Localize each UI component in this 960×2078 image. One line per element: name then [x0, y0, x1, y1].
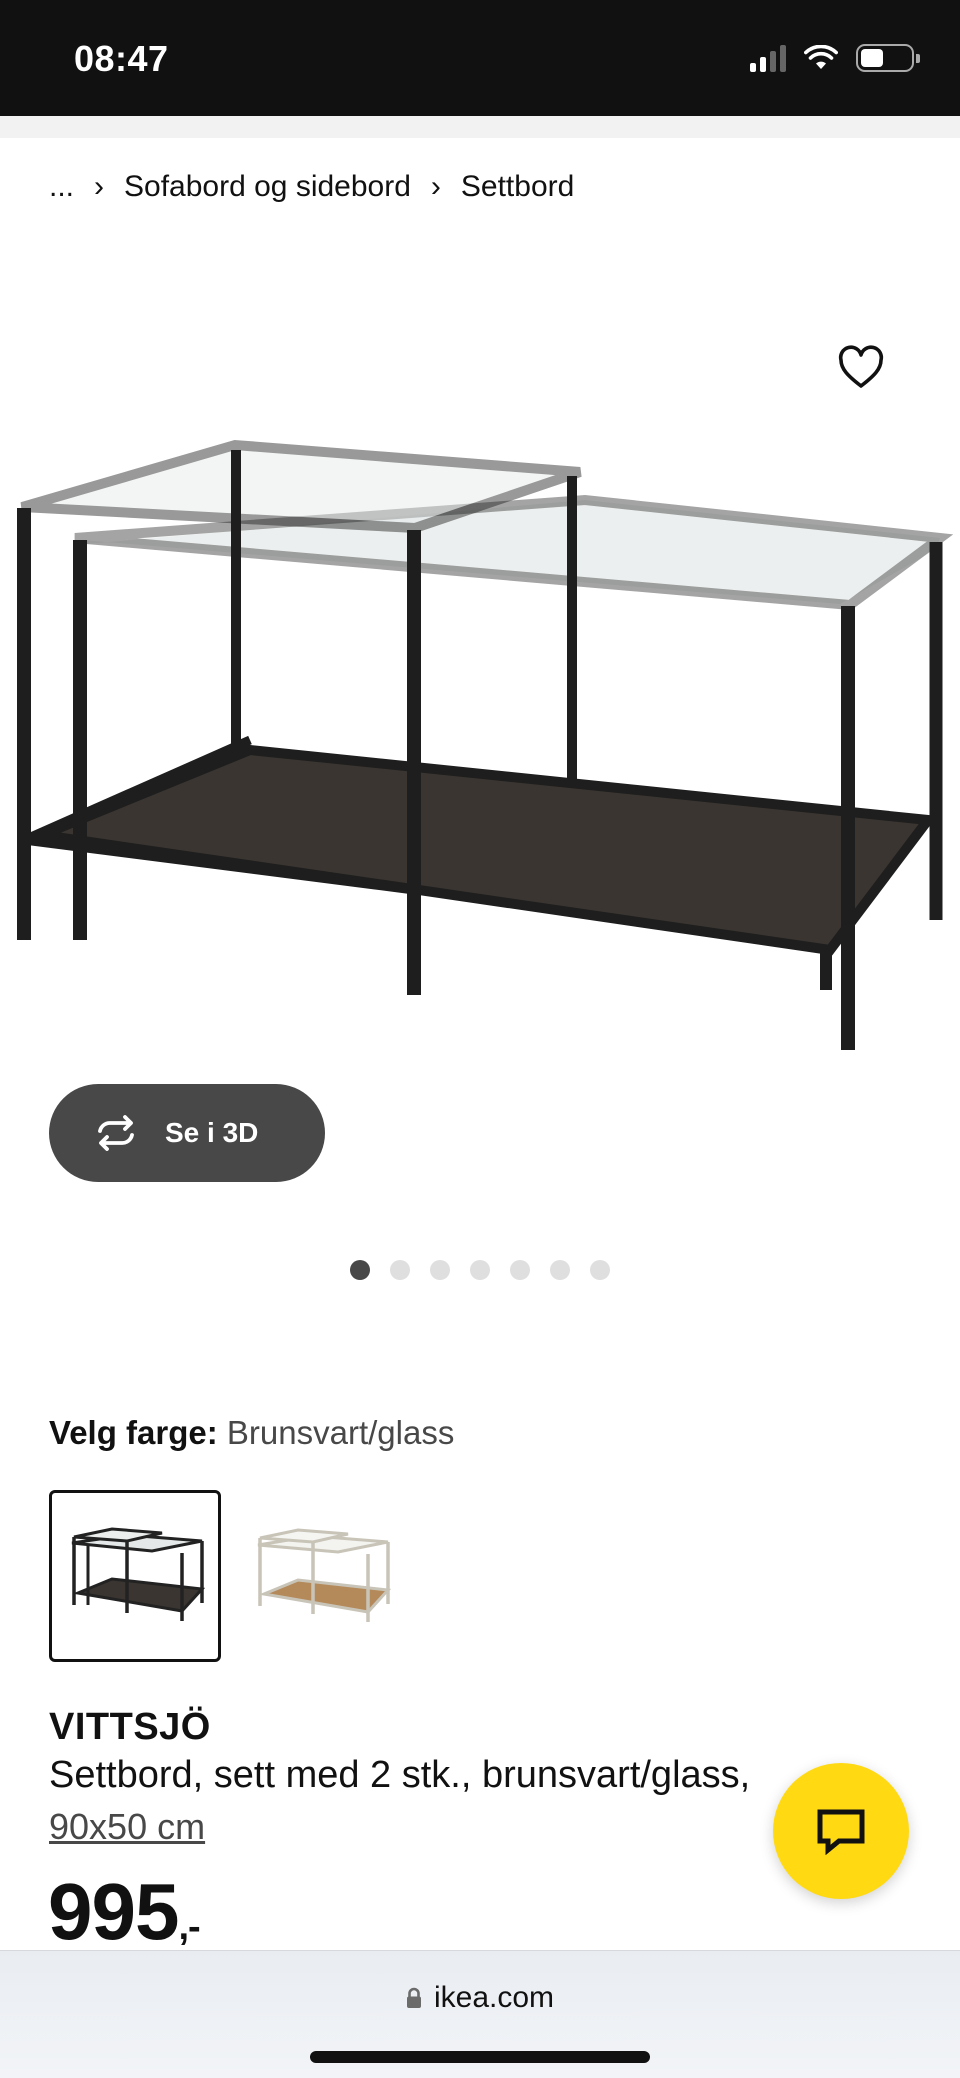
breadcrumb: ... › Sofabord og sidebord › Settbord: [49, 170, 574, 204]
product-size-link[interactable]: 90x50 cm: [49, 1806, 205, 1848]
color-swatch-white-stained-oak[interactable]: [238, 1490, 410, 1662]
pagination-dot[interactable]: [470, 1260, 490, 1280]
pagination-dot[interactable]: [430, 1260, 450, 1280]
chat-icon: [817, 1809, 865, 1855]
heart-icon[interactable]: [836, 344, 886, 394]
product-name: VITTSJÖ: [49, 1706, 211, 1748]
view-in-3d-button[interactable]: Se i 3D: [49, 1084, 325, 1182]
url-display[interactable]: ikea.com: [0, 1981, 960, 2015]
chevron-right-icon: ›: [94, 170, 105, 203]
breadcrumb-item-sofabord[interactable]: Sofabord og sidebord: [124, 170, 411, 204]
status-icons: [750, 44, 920, 72]
url-text: ikea.com: [433, 1981, 555, 2014]
status-time: 08:47: [74, 38, 169, 79]
breadcrumb-ellipsis[interactable]: ...: [49, 170, 74, 204]
lock-icon: [406, 1987, 421, 2008]
battery-icon: [856, 44, 920, 72]
color-select-title: Velg farge:: [49, 1414, 218, 1451]
wifi-icon: [804, 45, 838, 69]
pagination-dot[interactable]: [390, 1260, 410, 1280]
chat-button[interactable]: [773, 1763, 909, 1899]
pagination-dot[interactable]: [590, 1260, 610, 1280]
pagination-dot[interactable]: [510, 1260, 530, 1280]
view-in-3d-label: Se i 3D: [165, 1117, 259, 1148]
swatch-image-white-stained-oak: [257, 1528, 392, 1622]
swatch-image-brown-black: [71, 1527, 206, 1621]
pagination-dot[interactable]: [550, 1260, 570, 1280]
home-indicator: [310, 2051, 650, 2063]
breadcrumb-item-settbord[interactable]: Settbord: [461, 170, 574, 204]
chevron-right-icon: ›: [430, 170, 441, 203]
color-swatch-brown-black[interactable]: [49, 1490, 221, 1662]
pagination-dot[interactable]: [350, 1260, 370, 1280]
page-top-strip: [0, 116, 960, 138]
color-select-value: Brunsvart/glass: [226, 1414, 455, 1451]
price-value: 995: [48, 1867, 179, 1956]
image-pagination: [350, 1260, 610, 1280]
rotate-3d-icon: [98, 1115, 134, 1151]
status-bar: 08:47: [0, 0, 960, 116]
product-price: 995,-: [48, 1866, 201, 1958]
color-select-label: Velg farge: Brunsvart/glass: [49, 1414, 454, 1452]
cellular-signal-icon: [750, 44, 786, 72]
product-image[interactable]: [0, 300, 960, 1100]
browser-url-bar[interactable]: ikea.com: [0, 1950, 960, 2078]
product-description: Settbord, sett med 2 stk., brunsvart/gla…: [49, 1754, 751, 1796]
price-suffix: ,-: [178, 1906, 200, 1948]
